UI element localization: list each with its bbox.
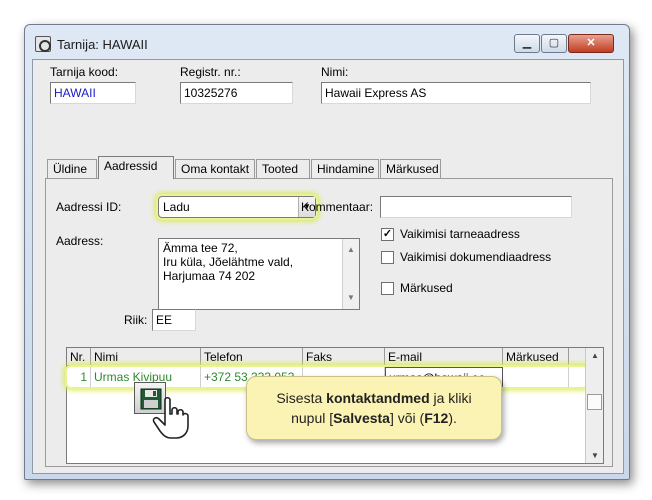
grid-header: Nr. Nimi Telefon Faks E-mail Märkused bbox=[67, 348, 587, 366]
window-title: Tarnija: HAWAII bbox=[57, 37, 148, 52]
minimize-button[interactable]: ▁ bbox=[514, 34, 540, 53]
callout-text: ). bbox=[448, 410, 457, 426]
default-document-label: Vaikimisi dokumendiaadress bbox=[400, 250, 552, 264]
callout-bold: Salvesta bbox=[333, 410, 390, 426]
reg-number-field[interactable]: 10325276 bbox=[180, 82, 293, 104]
col-notes[interactable]: Märkused bbox=[503, 348, 569, 366]
col-email[interactable]: E-mail bbox=[385, 348, 503, 366]
callout-text: ja kliki bbox=[429, 390, 472, 406]
col-fax[interactable]: Faks bbox=[303, 348, 385, 366]
address-label: Aadress: bbox=[56, 234, 104, 248]
supplier-code-label: Tarnija kood: bbox=[50, 65, 119, 79]
col-phone[interactable]: Telefon bbox=[201, 348, 303, 366]
tab-hindamine[interactable]: Hindamine bbox=[311, 159, 379, 178]
country-label: Riik: bbox=[124, 313, 148, 327]
tab-tooted[interactable]: Tooted bbox=[256, 159, 310, 178]
checkmark-icon: ✓ bbox=[382, 228, 393, 240]
scroll-down-icon[interactable]: ▼ bbox=[591, 451, 599, 460]
callout-bold: kontaktandmed bbox=[326, 390, 430, 406]
hand-cursor-icon bbox=[152, 396, 189, 439]
title-bar[interactable]: Tarnija: HAWAII ▁ ▢ ✕ bbox=[25, 25, 629, 61]
address-scrollbar[interactable]: ▲ ▼ bbox=[342, 239, 359, 309]
default-document-checkbox[interactable] bbox=[381, 251, 394, 264]
cell-nr[interactable]: 1 bbox=[67, 367, 91, 387]
tab-uldine[interactable]: Üldine bbox=[47, 159, 97, 178]
address-line-3: Harjumaa 74 202 bbox=[163, 269, 256, 283]
instruction-callout: Sisesta kontaktandmed ja kliki nupul [Sa… bbox=[246, 376, 502, 440]
close-button[interactable]: ✕ bbox=[568, 34, 614, 53]
tab-markused[interactable]: Märkused bbox=[380, 159, 441, 178]
comment-field[interactable] bbox=[380, 196, 572, 218]
callout-text: ] või ( bbox=[389, 410, 425, 426]
name-label: Nimi: bbox=[321, 65, 349, 79]
callout-line-1: Sisesta kontaktandmed ja kliki bbox=[247, 388, 501, 408]
tab-oma-kontakt[interactable]: Oma kontakt bbox=[175, 159, 255, 178]
address-textarea[interactable]: Ämma tee 72, Iru küla, Jõelähtme vald, H… bbox=[158, 238, 360, 310]
callout-text: Sisesta bbox=[276, 390, 327, 406]
address-id-value: Ladu bbox=[163, 200, 190, 214]
name-field[interactable]: Hawaii Express AS bbox=[321, 82, 591, 104]
address-line-2: Iru küla, Jõelähtme vald, bbox=[163, 255, 294, 269]
country-field[interactable]: EE bbox=[152, 309, 196, 331]
scroll-up-icon[interactable]: ▲ bbox=[347, 243, 355, 257]
supplier-code-field[interactable]: HAWAII bbox=[50, 82, 136, 104]
scroll-down-icon[interactable]: ▼ bbox=[347, 291, 355, 305]
callout-line-2: nupul [Salvesta] või (F12). bbox=[247, 408, 501, 428]
scroll-up-icon[interactable]: ▲ bbox=[591, 351, 599, 360]
callout-bold: F12 bbox=[424, 410, 449, 426]
default-delivery-checkbox[interactable]: ✓ bbox=[381, 228, 394, 241]
col-nr[interactable]: Nr. bbox=[67, 348, 91, 366]
maximize-button[interactable]: ▢ bbox=[541, 34, 567, 53]
grid-scrollbar[interactable]: ▲ ▼ bbox=[585, 348, 603, 463]
col-name[interactable]: Nimi bbox=[91, 348, 201, 366]
app-icon bbox=[35, 36, 51, 52]
address-id-dropdown[interactable]: Ladu ▼ bbox=[158, 196, 316, 218]
notes-checkbox[interactable] bbox=[381, 282, 394, 295]
cell-notes[interactable] bbox=[503, 367, 569, 387]
comment-label: Kommentaar: bbox=[301, 200, 374, 214]
notes-checkbox-label: Märkused bbox=[400, 281, 453, 295]
address-line-1: Ämma tee 72, bbox=[163, 241, 238, 255]
address-id-label: Aadressi ID: bbox=[56, 200, 122, 214]
tab-aadressid[interactable]: Aadressid bbox=[98, 156, 174, 179]
scroll-thumb[interactable] bbox=[587, 394, 602, 410]
reg-number-label: Registr. nr.: bbox=[180, 65, 241, 79]
default-delivery-label: Vaikimisi tarneaadress bbox=[400, 227, 520, 241]
callout-text: nupul [ bbox=[291, 410, 334, 426]
